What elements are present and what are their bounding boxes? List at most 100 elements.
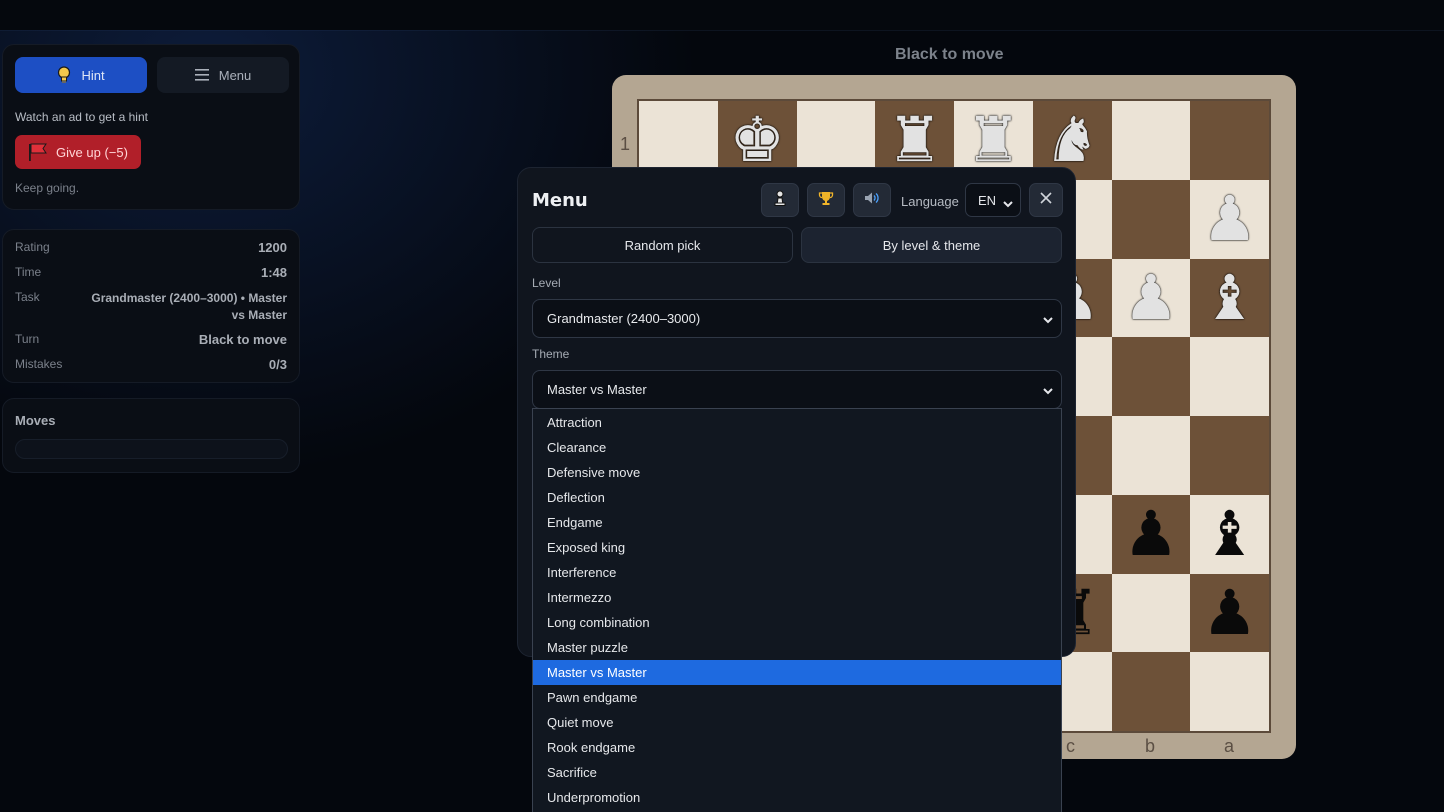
theme-option[interactable]: Sacrifice [533, 760, 1061, 785]
menu-label: Menu [218, 67, 252, 83]
language-value: EN [978, 192, 997, 208]
board-square[interactable]: ♟ [1190, 179, 1269, 259]
top-bar [0, 0, 1444, 31]
menu-title: Menu [532, 190, 588, 211]
leaderboard-button[interactable] [807, 183, 845, 217]
theme-option[interactable]: Attraction [533, 410, 1061, 435]
turn-value: Black to move [198, 332, 287, 347]
pawn-piece-style-button[interactable] [761, 183, 799, 217]
white-pawn-icon[interactable]: ♟ [1202, 188, 1258, 250]
by-level-theme-button[interactable]: By level & theme [801, 227, 1062, 263]
white-king-icon[interactable]: ♚ [729, 109, 785, 171]
theme-select[interactable]: Master vs Master [532, 370, 1062, 409]
chevron-down-icon [1043, 312, 1053, 327]
board-square[interactable] [1190, 337, 1269, 416]
mistakes-label: Mistakes [15, 357, 63, 371]
chevron-down-icon [1043, 383, 1053, 398]
stats-card: Rating 1200 Time 1:48 Task Grandmaster (… [2, 229, 300, 383]
black-pawn-icon[interactable]: ♟ [1123, 503, 1179, 565]
file-label-b: b [1145, 736, 1156, 756]
board-square[interactable] [1111, 573, 1191, 653]
board-square[interactable] [1111, 101, 1191, 180]
chevron-down-icon [1003, 196, 1013, 211]
theme-option[interactable]: Long combination [533, 610, 1061, 635]
rating-label: Rating [15, 240, 50, 254]
give-up-button[interactable]: Give up (−5) [15, 135, 141, 169]
task-value-line1: Grandmaster (2400–3000) • Master [91, 291, 287, 305]
ad-note: Watch an ad to get a hint [15, 110, 148, 124]
white-rook-icon[interactable]: ♜ [887, 109, 943, 171]
moves-title: Moves [15, 413, 56, 428]
board-square[interactable] [1190, 416, 1269, 495]
turn-label: Turn [15, 332, 40, 346]
white-bishop-icon[interactable]: ♝ [1202, 266, 1258, 329]
theme-options-list: Attraction Clearance Defensive move Deflect… [532, 408, 1062, 812]
time-row: Time 1:48 [15, 265, 287, 280]
theme-option[interactable]: Interference [533, 560, 1061, 585]
theme-label: Theme [532, 347, 570, 361]
rating-row: Rating 1200 [15, 240, 287, 255]
turn-row: Turn Black to move [15, 332, 287, 347]
board-square[interactable] [1111, 337, 1191, 416]
task-label: Task [15, 290, 40, 304]
theme-option[interactable]: Rook endgame [533, 735, 1061, 760]
status-note: Keep going. [15, 181, 80, 195]
trophy-icon [818, 190, 834, 211]
moves-card: Moves [2, 398, 300, 473]
theme-option[interactable]: Clearance [533, 435, 1061, 460]
hamburger-icon [194, 69, 209, 81]
mistakes-value: 0/3 [268, 357, 287, 372]
theme-option[interactable]: Quiet move [533, 710, 1061, 735]
rating-value: 1200 [258, 240, 287, 255]
theme-option[interactable]: Master puzzle [533, 635, 1061, 660]
language-label: Language [901, 194, 959, 209]
theme-option[interactable]: Intermezzo [533, 585, 1061, 610]
mistakes-row: Mistakes 0/3 [15, 357, 287, 372]
flag-icon [28, 143, 48, 161]
time-value: 1:48 [260, 265, 287, 280]
white-pawn-icon[interactable]: ♟ [1123, 266, 1179, 329]
theme-option[interactable]: Pawn endgame [533, 685, 1061, 710]
board-square[interactable]: ♝ [1190, 258, 1269, 338]
theme-option[interactable]: Endgame [533, 510, 1061, 535]
moves-list[interactable] [15, 439, 288, 459]
task-row: Task Grandmaster (2400–3000) • Master vs… [15, 290, 287, 324]
theme-option[interactable]: Defensive move [533, 460, 1061, 485]
file-label-c: c [1066, 736, 1075, 756]
task-value: Grandmaster (2400–3000) • Master vs Mast… [91, 290, 287, 324]
rank-label: 1 [620, 134, 631, 154]
board-square[interactable]: ♟ [1111, 258, 1191, 338]
file-label-a: a [1224, 736, 1235, 756]
hint-button[interactable]: Hint [15, 57, 147, 93]
theme-option[interactable]: Deflection [533, 485, 1061, 510]
black-bishop-icon[interactable]: ♝ [1202, 503, 1258, 565]
level-select[interactable]: Grandmaster (2400–3000) [532, 299, 1062, 338]
level-label: Level [532, 276, 561, 290]
board-square[interactable]: ♝ [1190, 494, 1269, 574]
theme-option[interactable]: Underpromotion [533, 785, 1061, 810]
board-square[interactable] [1111, 652, 1191, 731]
lightbulb-icon [57, 66, 71, 84]
menu-button[interactable]: Menu [157, 57, 289, 93]
task-value-line2: vs Master [231, 308, 287, 322]
board-square[interactable]: ♟ [1190, 573, 1269, 653]
language-select[interactable]: EN [965, 183, 1021, 217]
hint-label: Hint [81, 67, 105, 83]
random-pick-button[interactable]: Random pick [532, 227, 793, 263]
theme-option[interactable]: Exposed king [533, 535, 1061, 560]
theme-value: Master vs Master [547, 382, 647, 397]
board-square[interactable] [1111, 179, 1191, 259]
theme-option[interactable]: Master vs Master [533, 660, 1061, 685]
white-knight-icon[interactable]: ♞ [1044, 103, 1100, 176]
board-square[interactable]: ♟ [1111, 494, 1191, 574]
black-pawn-icon[interactable]: ♟ [1202, 581, 1258, 644]
white-rook-icon[interactable]: ♜ [966, 109, 1022, 171]
board-square[interactable] [1190, 101, 1269, 180]
close-button[interactable] [1029, 183, 1063, 217]
sound-toggle-button[interactable] [853, 183, 891, 217]
turn-title: Black to move [895, 46, 1004, 63]
close-icon [1040, 191, 1052, 209]
board-square[interactable] [1190, 652, 1269, 731]
level-value: Grandmaster (2400–3000) [547, 311, 701, 326]
board-square[interactable] [1111, 416, 1191, 495]
